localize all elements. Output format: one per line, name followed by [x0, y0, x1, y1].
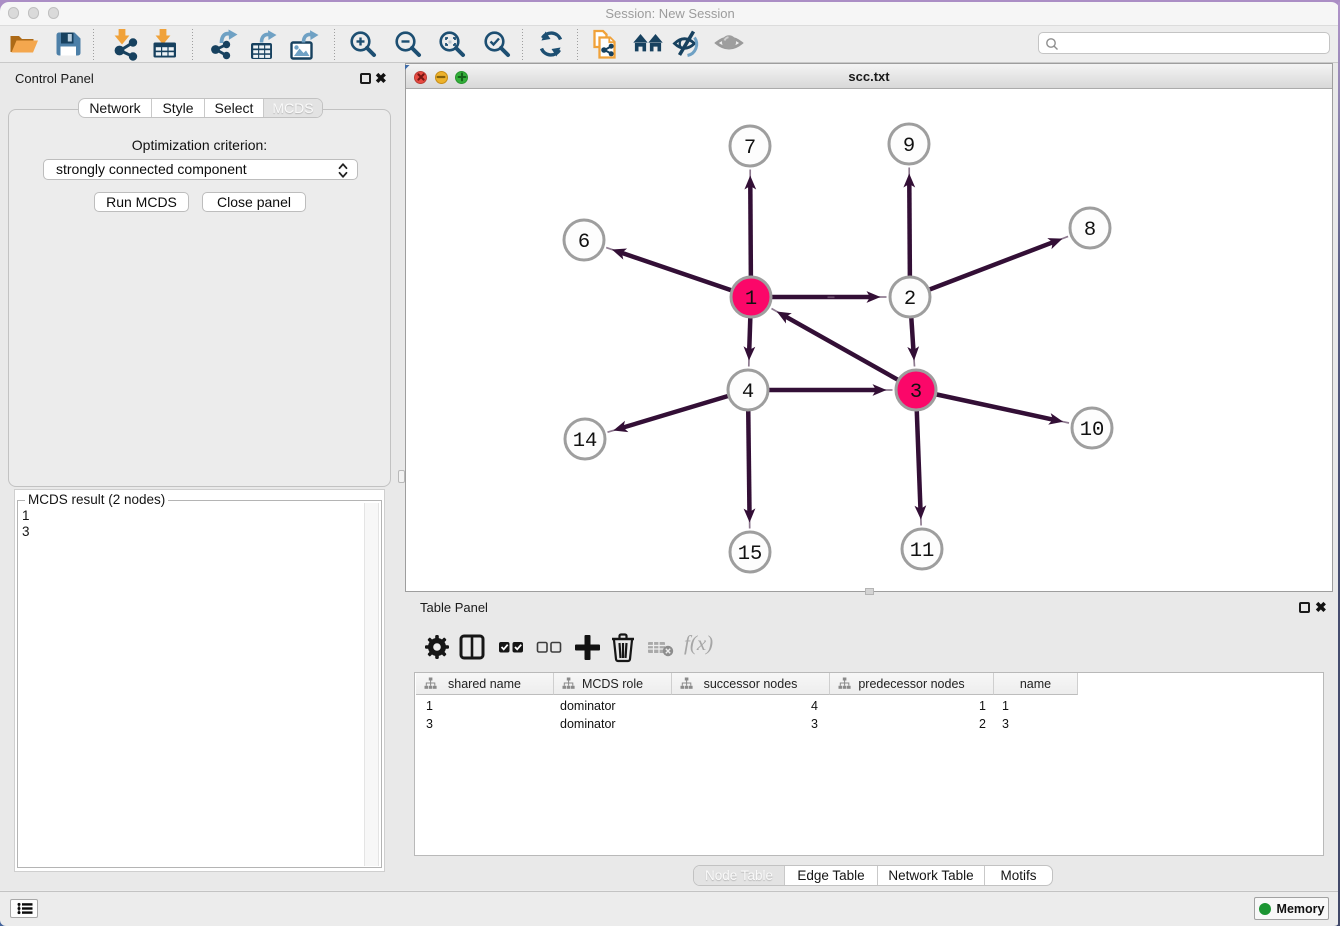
svg-text:14: 14: [573, 430, 598, 453]
svg-text:9: 9: [903, 135, 915, 158]
svg-text:4: 4: [742, 381, 754, 404]
svg-text:1: 1: [745, 288, 757, 311]
svg-text:8: 8: [1084, 219, 1096, 242]
svg-text:11: 11: [910, 540, 935, 563]
svg-text:10: 10: [1080, 419, 1105, 442]
svg-text:15: 15: [738, 543, 763, 566]
svg-text:3: 3: [910, 381, 922, 404]
svg-text:2: 2: [904, 288, 916, 311]
svg-text:6: 6: [578, 231, 590, 254]
svg-text:7: 7: [744, 137, 756, 160]
